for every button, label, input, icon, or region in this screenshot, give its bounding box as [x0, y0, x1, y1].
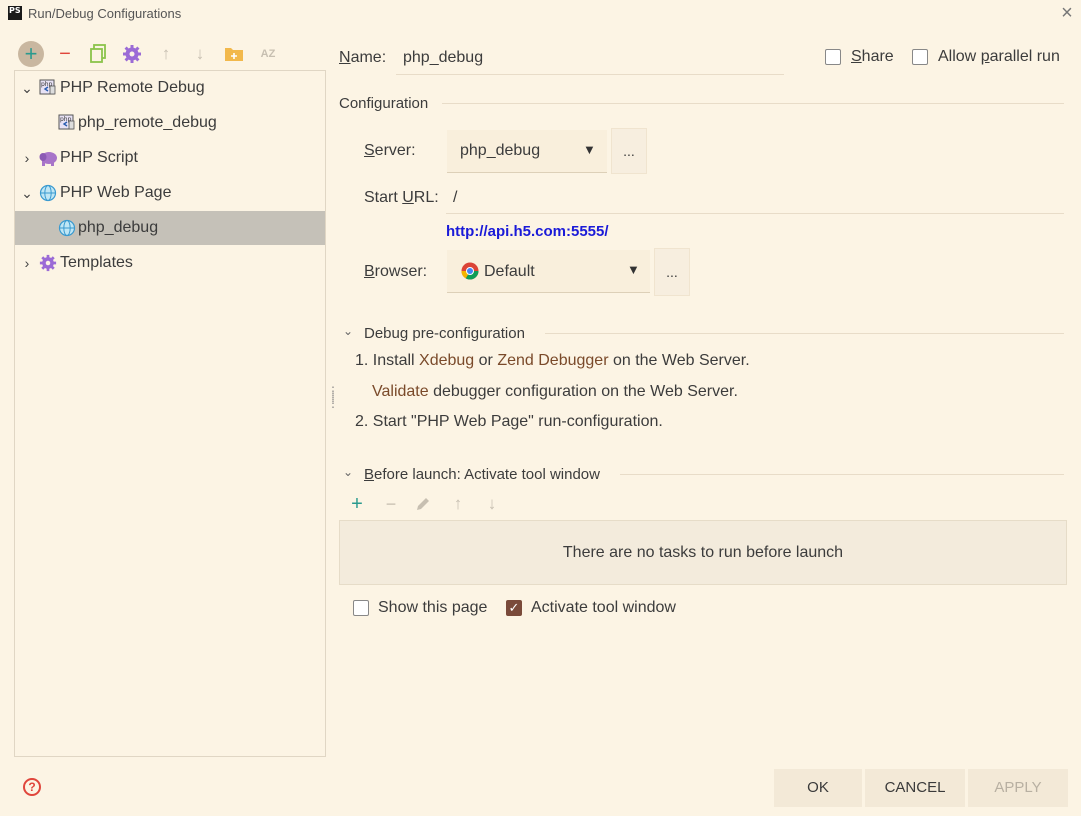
apply-button[interactable]: APPLY: [968, 769, 1068, 807]
ok-button[interactable]: OK: [774, 769, 862, 807]
remove-task-button[interactable]: −: [381, 493, 401, 515]
activate-tool-window-label: Activate tool window: [531, 599, 676, 616]
tree-item-label: PHP Remote Debug: [60, 79, 205, 96]
tree-item-php-debug[interactable]: php_debug: [15, 211, 325, 245]
debug-step-2: 2. Start "PHP Web Page" run-configuratio…: [355, 413, 663, 430]
validate-link[interactable]: Validate: [372, 383, 429, 400]
before-launch-title[interactable]: Before launch: Activate tool window: [364, 466, 600, 483]
share-label: Share: [851, 48, 894, 65]
name-input-underline: [396, 74, 784, 75]
splitter-handle[interactable]: ⋮ ⋮ ⋮: [327, 385, 339, 410]
folder-icon: [225, 48, 243, 61]
close-icon[interactable]: ×: [1056, 2, 1078, 24]
help-icon[interactable]: ?: [23, 778, 41, 796]
server-dropdown[interactable]: php_debug ▼: [447, 130, 607, 173]
chevron-down-icon[interactable]: ⌄: [20, 176, 34, 210]
tree-item-php-remote-debug[interactable]: ⌄ php PHP Remote Debug: [15, 71, 325, 105]
copy-configuration-button[interactable]: [85, 41, 111, 67]
name-label: Name:: [339, 49, 387, 66]
debug-validate-line: Validate debugger configuration on the W…: [372, 383, 738, 400]
zend-debugger-link[interactable]: Zend Debugger: [497, 352, 608, 369]
debug-step-1: 1. Install Xdebug or Zend Debugger on th…: [355, 352, 750, 369]
browser-dropdown[interactable]: Default ▼: [447, 250, 650, 293]
tree-item-label: php_debug: [78, 219, 159, 236]
browser-label: Browser:: [364, 263, 428, 280]
window-title: Run/Debug Configurations: [28, 6, 182, 21]
start-url-label: Start URL:: [364, 189, 439, 206]
activate-tool-window-checkbox[interactable]: ✓: [506, 600, 522, 616]
show-this-page-checkbox[interactable]: [353, 600, 369, 616]
server-label: Server:: [364, 142, 416, 159]
move-task-up-button[interactable]: ↑: [449, 493, 467, 515]
php-remote-debug-icon: php: [39, 79, 56, 95]
tree-item-label: PHP Web Page: [60, 184, 172, 201]
chevron-down-icon[interactable]: ⌄: [343, 465, 353, 479]
edit-task-button[interactable]: [415, 496, 433, 514]
allow-parallel-run-label: Allow parallel run: [938, 48, 1060, 65]
globe-icon: [39, 184, 57, 202]
share-checkbox[interactable]: [825, 49, 841, 65]
tree-item-php-remote-debug-config[interactable]: php php_remote_debug: [15, 106, 325, 140]
php-remote-debug-icon: php: [58, 114, 75, 130]
tree-item-label: PHP Script: [60, 149, 138, 166]
move-task-down-button[interactable]: ↓: [483, 493, 501, 515]
move-down-button[interactable]: ↓: [187, 41, 213, 67]
pencil-icon: [417, 498, 429, 510]
globe-icon: [58, 219, 76, 237]
section-divider: [620, 474, 1064, 475]
configuration-section-title: Configuration: [339, 95, 429, 112]
configuration-tree[interactable]: ⌄ php PHP Remote Debug php php_remote_de…: [14, 70, 326, 757]
before-launch-task-list[interactable]: There are no tasks to run before launch: [339, 520, 1067, 585]
browser-dropdown-value: Default: [484, 263, 535, 280]
sort-configurations-button[interactable]: AZ: [255, 41, 281, 67]
start-url-input[interactable]: /: [453, 189, 457, 207]
allow-parallel-run-checkbox[interactable]: [912, 49, 928, 65]
tree-item-label: php_remote_debug: [78, 114, 217, 131]
new-folder-button[interactable]: [221, 41, 247, 67]
server-more-button[interactable]: ...: [611, 128, 647, 174]
tree-item-php-web-page[interactable]: ⌄ PHP Web Page: [15, 176, 325, 210]
section-divider: [545, 333, 1064, 334]
show-this-page-label: Show this page: [378, 599, 488, 616]
name-input[interactable]: php_debug: [403, 49, 483, 67]
chrome-icon: [461, 262, 479, 280]
chevron-down-icon: ▼: [627, 262, 640, 277]
tree-item-templates[interactable]: › Templates: [15, 246, 325, 280]
chevron-right-icon[interactable]: ›: [20, 246, 34, 280]
empty-tasks-text: There are no tasks to run before launch: [562, 544, 844, 561]
copy-icon: [90, 44, 106, 63]
chevron-right-icon[interactable]: ›: [20, 141, 34, 175]
remove-configuration-button[interactable]: −: [52, 41, 78, 67]
cancel-button[interactable]: CANCEL: [865, 769, 965, 807]
add-task-button[interactable]: +: [347, 493, 367, 515]
tree-item-label: Templates: [60, 254, 133, 271]
debug-preconfig-title[interactable]: Debug pre-configuration: [364, 325, 525, 342]
edit-defaults-button[interactable]: [119, 41, 145, 67]
chevron-down-icon[interactable]: ⌄: [20, 71, 34, 105]
section-divider: [442, 103, 1064, 104]
plus-icon: +: [24, 41, 38, 66]
browser-more-button[interactable]: ...: [654, 248, 690, 296]
server-url-link[interactable]: http://api.h5.com:5555/: [446, 223, 609, 240]
phpstorm-app-icon: PS: [8, 6, 22, 20]
move-up-button[interactable]: ↑: [153, 41, 179, 67]
start-url-underline: [446, 213, 1064, 214]
chevron-down-icon: ▼: [583, 142, 596, 157]
chevron-down-icon[interactable]: ⌄: [343, 324, 353, 338]
sort-az-icon: AZ: [260, 48, 276, 60]
server-dropdown-value: php_debug: [460, 142, 541, 159]
add-configuration-button[interactable]: +: [18, 41, 44, 67]
xdebug-link[interactable]: Xdebug: [419, 352, 474, 369]
gear-icon: [39, 254, 57, 272]
tree-item-php-script[interactable]: › PHP Script: [15, 141, 325, 175]
php-elephant-icon: [39, 152, 57, 166]
gear-icon: [123, 45, 141, 63]
